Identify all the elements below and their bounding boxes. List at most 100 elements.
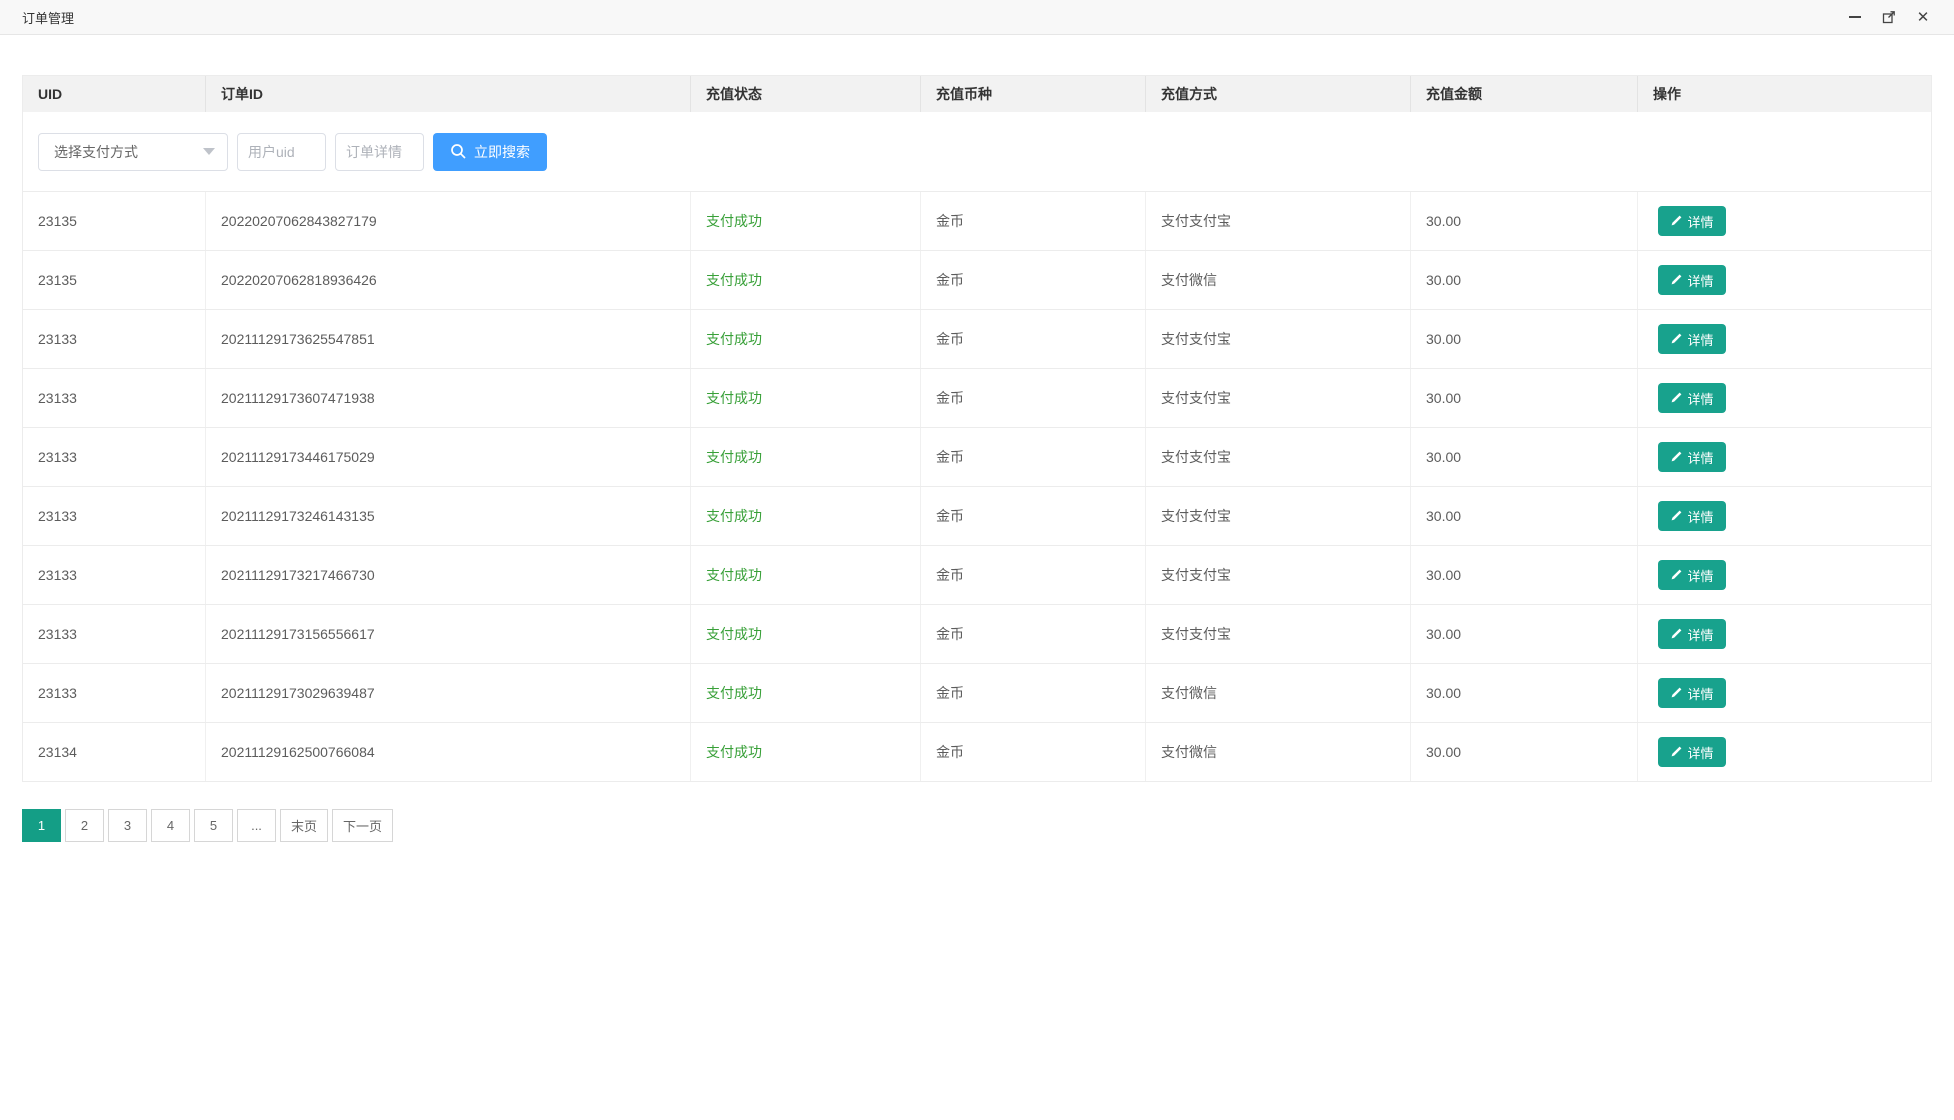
detail-button-label: 详情 [1687, 566, 1713, 585]
column-header-action: 操作 [1638, 76, 1931, 112]
cell-method: 支付支付宝 [1146, 369, 1411, 427]
cell-method: 支付支付宝 [1146, 487, 1411, 545]
pencil-icon [1670, 215, 1682, 227]
page-button-5[interactable]: 5 [194, 809, 233, 842]
cell-status: 支付成功 [691, 664, 921, 722]
cell-amount: 30.00 [1411, 605, 1638, 663]
pencil-icon [1670, 451, 1682, 463]
column-header-method: 充值方式 [1146, 76, 1411, 112]
cell-currency: 金币 [921, 605, 1146, 663]
page-button-4[interactable]: 4 [151, 809, 190, 842]
pencil-icon [1670, 274, 1682, 286]
detail-button[interactable]: 详情 [1658, 324, 1726, 354]
detail-button-label: 详情 [1687, 389, 1713, 408]
cell-amount: 30.00 [1411, 251, 1638, 309]
table-row: 23133 20211129173246143135 支付成功 金币 支付支付宝… [23, 487, 1931, 546]
cell-action: 详情 [1638, 310, 1931, 368]
page-button-1[interactable]: 1 [22, 809, 61, 842]
detail-button[interactable]: 详情 [1658, 206, 1726, 236]
cell-uid: 23133 [23, 605, 206, 663]
cell-currency: 金币 [921, 369, 1146, 427]
cell-currency: 金币 [921, 664, 1146, 722]
cell-amount: 30.00 [1411, 310, 1638, 368]
cell-amount: 30.00 [1411, 546, 1638, 604]
cell-status: 支付成功 [691, 192, 921, 250]
cell-amount: 30.00 [1411, 664, 1638, 722]
cell-order-id: 20220207062843827179 [206, 192, 691, 250]
minimize-icon [1849, 16, 1861, 18]
table-row: 23133 20211129173446175029 支付成功 金币 支付支付宝… [23, 428, 1931, 487]
cell-method: 支付微信 [1146, 723, 1411, 781]
cell-amount: 30.00 [1411, 428, 1638, 486]
cell-status: 支付成功 [691, 251, 921, 309]
detail-button[interactable]: 详情 [1658, 383, 1726, 413]
detail-button-label: 详情 [1687, 684, 1713, 703]
detail-button[interactable]: 详情 [1658, 442, 1726, 472]
detail-button-label: 详情 [1687, 743, 1713, 762]
search-button[interactable]: 立即搜索 [433, 133, 547, 171]
payment-method-select[interactable]: 选择支付方式 [38, 133, 228, 171]
cell-order-id: 20211129173607471938 [206, 369, 691, 427]
pencil-icon [1670, 510, 1682, 522]
table-header-row: UID 订单ID 充值状态 充值币种 充值方式 充值金额 操作 [23, 76, 1931, 112]
cell-order-id: 20211129173029639487 [206, 664, 691, 722]
cell-currency: 金币 [921, 723, 1146, 781]
cell-order-id: 20211129173446175029 [206, 428, 691, 486]
cell-uid: 23135 [23, 192, 206, 250]
page-button-3[interactable]: 3 [108, 809, 147, 842]
cell-order-id: 20211129173246143135 [206, 487, 691, 545]
cell-currency: 金币 [921, 428, 1146, 486]
last-page-button[interactable]: 末页 [280, 809, 328, 842]
cell-currency: 金币 [921, 251, 1146, 309]
pencil-icon [1670, 628, 1682, 640]
detail-button[interactable]: 详情 [1658, 560, 1726, 590]
close-button[interactable]: ✕ [1914, 8, 1932, 26]
filter-row: 选择支付方式 立即搜索 [23, 112, 1931, 192]
page-button-ellipsis[interactable]: ... [237, 809, 276, 842]
cell-status: 支付成功 [691, 723, 921, 781]
detail-button[interactable]: 详情 [1658, 265, 1726, 295]
pencil-icon [1670, 333, 1682, 345]
cell-currency: 金币 [921, 487, 1146, 545]
orders-table: UID 订单ID 充值状态 充值币种 充值方式 充值金额 操作 选择支付方式 [22, 75, 1932, 782]
cell-uid: 23134 [23, 723, 206, 781]
cell-uid: 23133 [23, 369, 206, 427]
main-content: UID 订单ID 充值状态 充值币种 充值方式 充值金额 操作 选择支付方式 [0, 35, 1954, 842]
detail-button[interactable]: 详情 [1658, 619, 1726, 649]
cell-uid: 23133 [23, 664, 206, 722]
cell-method: 支付支付宝 [1146, 192, 1411, 250]
chevron-down-icon [203, 148, 215, 155]
cell-amount: 30.00 [1411, 369, 1638, 427]
table-row: 23133 20211129173607471938 支付成功 金币 支付支付宝… [23, 369, 1931, 428]
uid-input[interactable] [237, 133, 326, 171]
cell-status: 支付成功 [691, 369, 921, 427]
table-row: 23133 20211129173217466730 支付成功 金币 支付支付宝… [23, 546, 1931, 605]
window-controls: ✕ [1846, 8, 1932, 26]
page-button-2[interactable]: 2 [65, 809, 104, 842]
cell-status: 支付成功 [691, 428, 921, 486]
cell-uid: 23133 [23, 310, 206, 368]
order-detail-input[interactable] [335, 133, 424, 171]
cell-action: 详情 [1638, 605, 1931, 663]
search-button-label: 立即搜索 [474, 142, 530, 162]
next-page-button[interactable]: 下一页 [332, 809, 393, 842]
cell-action: 详情 [1638, 487, 1931, 545]
cell-currency: 金币 [921, 192, 1146, 250]
column-header-order-id: 订单ID [206, 76, 691, 112]
cell-uid: 23133 [23, 546, 206, 604]
cell-method: 支付支付宝 [1146, 546, 1411, 604]
column-header-status: 充值状态 [691, 76, 921, 112]
table-row: 23134 20211129162500766084 支付成功 金币 支付微信 … [23, 723, 1931, 781]
cell-currency: 金币 [921, 310, 1146, 368]
cell-action: 详情 [1638, 369, 1931, 427]
minimize-button[interactable] [1846, 8, 1864, 26]
detail-button[interactable]: 详情 [1658, 501, 1726, 531]
detail-button[interactable]: 详情 [1658, 678, 1726, 708]
app-window: 订单管理 ✕ UID 订单ID 充值状态 [0, 0, 1954, 1120]
detail-button[interactable]: 详情 [1658, 737, 1726, 767]
maximize-button[interactable] [1880, 8, 1898, 26]
cell-method: 支付支付宝 [1146, 310, 1411, 368]
cell-status: 支付成功 [691, 546, 921, 604]
cell-order-id: 20211129162500766084 [206, 723, 691, 781]
payment-method-select-placeholder: 选择支付方式 [54, 142, 203, 162]
